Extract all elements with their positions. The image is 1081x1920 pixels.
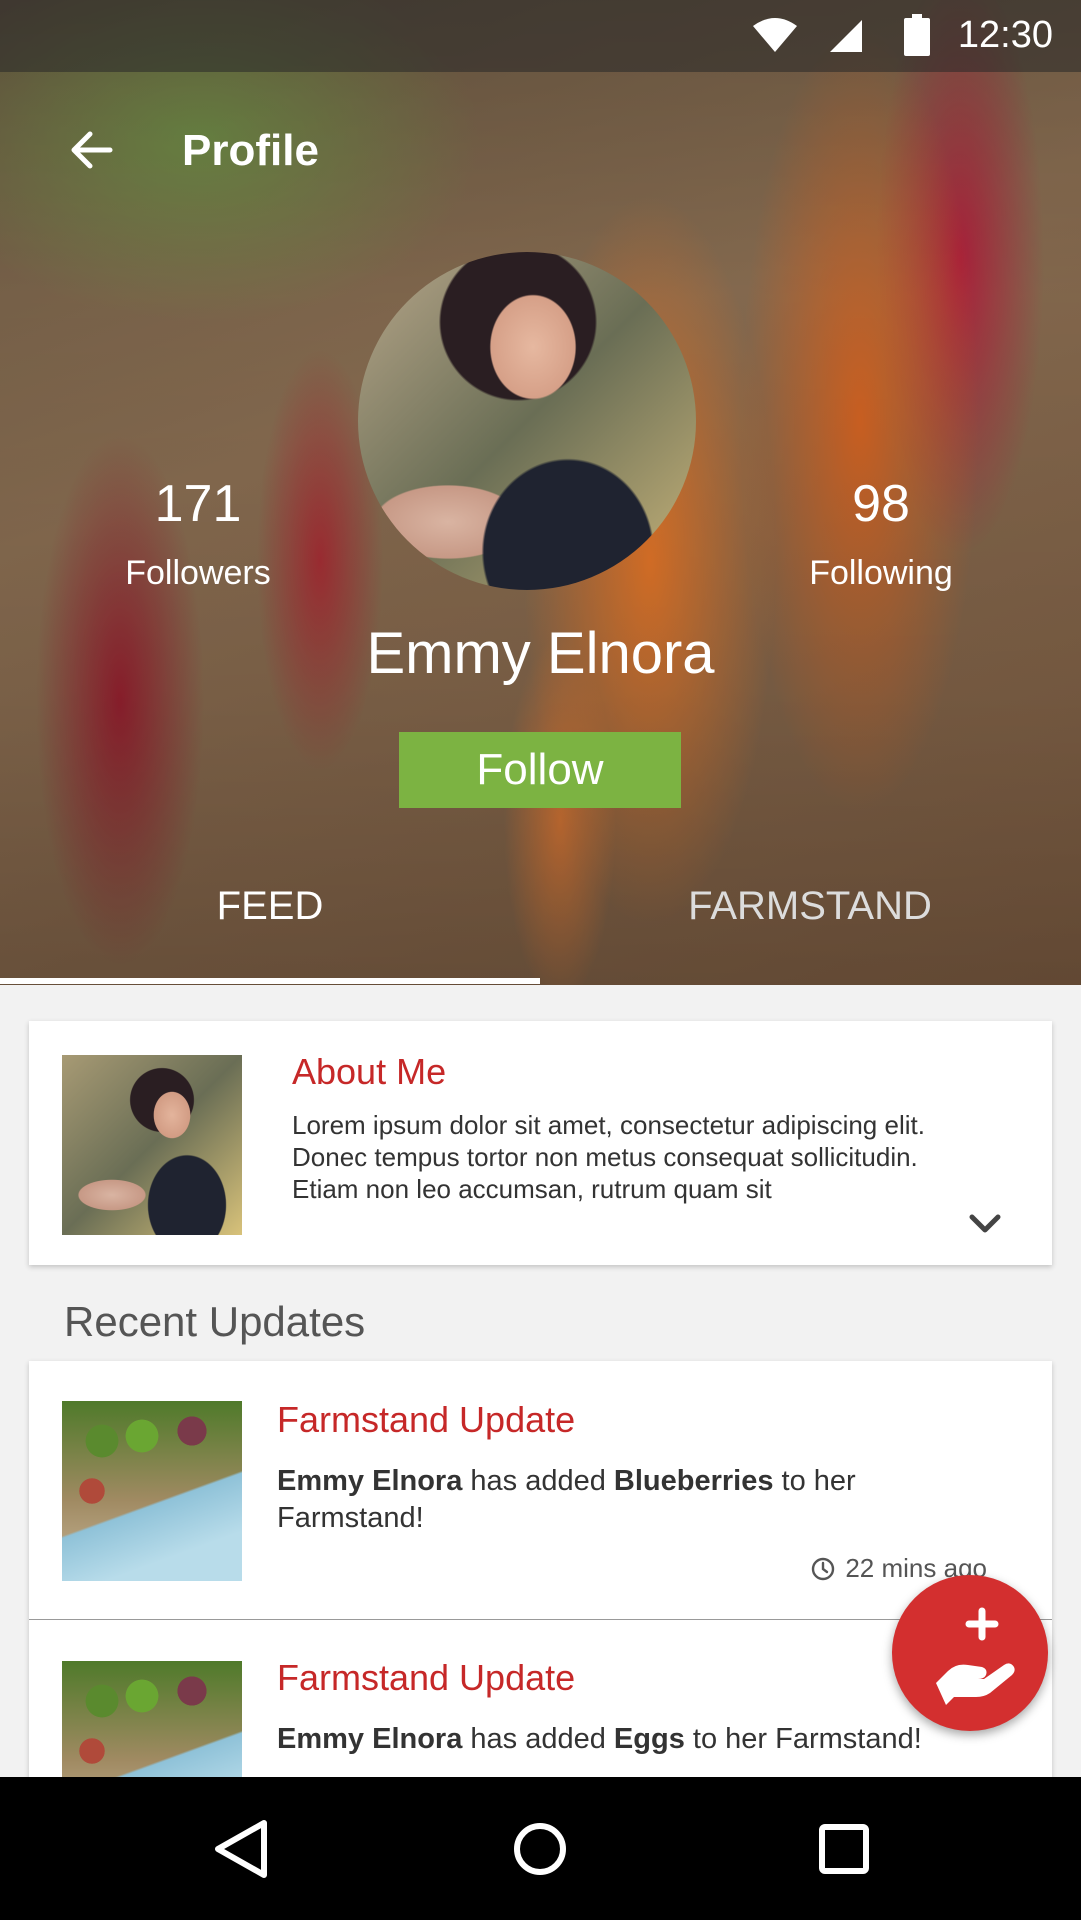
update-item: Eggs bbox=[613, 1723, 685, 1755]
page-title: Profile bbox=[182, 126, 319, 175]
update-thumbnail bbox=[62, 1661, 242, 1781]
tab-indicator bbox=[0, 978, 540, 984]
nav-home-icon[interactable] bbox=[500, 1809, 580, 1889]
update-pre: has added bbox=[462, 1723, 614, 1755]
clock-icon bbox=[812, 1557, 835, 1581]
update-user: Emmy Elnora bbox=[277, 1723, 463, 1755]
about-title: About Me bbox=[292, 1051, 447, 1092]
following-count: 98 bbox=[852, 475, 910, 533]
about-thumbnail bbox=[62, 1055, 242, 1235]
tab-farmstand[interactable]: FARMSTAND bbox=[540, 884, 1080, 929]
about-card[interactable]: About Me Lorem ipsum dolor sit amet, con… bbox=[29, 1021, 1052, 1265]
followers-label: Followers bbox=[125, 554, 271, 592]
about-text: Lorem ipsum dolor sit amet, consectetur … bbox=[292, 1110, 925, 1204]
profile-hero: 12:30 Profile 171 Followers 98 Following… bbox=[0, 0, 1081, 985]
following-label: Following bbox=[809, 554, 953, 592]
wifi-icon bbox=[753, 18, 797, 52]
nav-recents-icon[interactable] bbox=[804, 1809, 884, 1889]
update-title: Farmstand Update bbox=[277, 1399, 576, 1440]
update-user: Emmy Elnora bbox=[277, 1465, 463, 1497]
hand-plus-icon bbox=[936, 1607, 1015, 1705]
system-nav-bar bbox=[0, 1777, 1081, 1920]
update-title: Farmstand Update bbox=[277, 1657, 576, 1698]
followers-count: 171 bbox=[154, 475, 242, 533]
status-time: 12:30 bbox=[957, 14, 1053, 56]
back-arrow-icon[interactable] bbox=[70, 128, 114, 172]
tab-feed[interactable]: FEED bbox=[0, 884, 540, 929]
profile-avatar bbox=[358, 252, 696, 590]
recent-updates-heading: Recent Updates bbox=[64, 1298, 366, 1345]
chevron-down-icon[interactable] bbox=[968, 1213, 1002, 1235]
add-to-farmstand-fab[interactable] bbox=[892, 1575, 1048, 1731]
follow-button[interactable]: Follow bbox=[399, 732, 681, 808]
update-post: to her Farmstand! bbox=[684, 1723, 922, 1755]
profile-name: Emmy Elnora bbox=[366, 621, 715, 686]
battery-icon bbox=[904, 14, 930, 56]
update-thumbnail bbox=[62, 1401, 242, 1581]
update-text: Emmy Elnora has added Blueberries to her… bbox=[277, 1463, 977, 1537]
update-item: Blueberries bbox=[613, 1465, 774, 1497]
status-bar: 12:30 bbox=[0, 0, 1081, 72]
update-text: Emmy Elnora has added Eggs to her Farmst… bbox=[277, 1721, 977, 1758]
signal-icon bbox=[830, 20, 862, 52]
nav-back-icon[interactable] bbox=[202, 1809, 282, 1889]
update-pre: has added bbox=[462, 1465, 614, 1497]
